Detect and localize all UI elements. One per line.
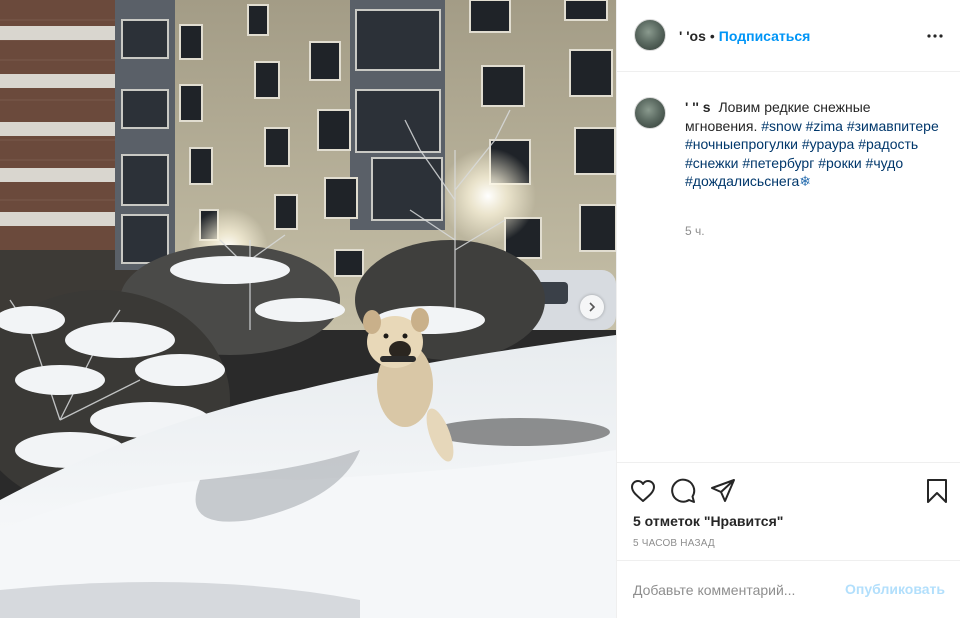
publish-button[interactable]: Опубликовать: [845, 581, 945, 597]
snowflake-emoji: ❄: [799, 173, 812, 189]
caption-timestamp[interactable]: 5 ч.: [685, 224, 705, 238]
hashtag-link[interactable]: #петербург: [742, 155, 814, 171]
header-name-row: ' 'os • Подписаться: [679, 28, 810, 44]
bookmark-icon: [927, 479, 947, 503]
comment-icon: [671, 478, 696, 503]
hashtag-link[interactable]: #снежки: [685, 155, 738, 171]
hashtag-link[interactable]: #радость: [858, 136, 918, 152]
comment-input[interactable]: [633, 579, 833, 601]
hashtag-link[interactable]: #рокки: [818, 155, 861, 171]
post-date[interactable]: 5 ЧАСОВ НАЗАД: [633, 538, 715, 549]
post-photo[interactable]: [0, 0, 616, 618]
heart-icon: [631, 480, 655, 502]
hashtag-link[interactable]: #дождалисьснега: [685, 173, 799, 189]
comments-area: ' '' s Ловим редкие снежные мгновения. #…: [617, 72, 960, 462]
hashtag-link[interactable]: #ураура: [802, 136, 854, 152]
like-button[interactable]: [627, 475, 659, 507]
comment-form: Опубликовать: [617, 560, 960, 618]
save-button[interactable]: [921, 475, 953, 507]
hashtag-link[interactable]: #snow: [761, 118, 801, 134]
header-separator: •: [709, 28, 715, 44]
post-side-panel: ' 'os • Подписаться ' '' s Ловим редкие …: [616, 0, 960, 618]
caption: ' '' s Ловим редкие снежные мгновения. #…: [685, 98, 941, 191]
hashtag-link[interactable]: #zima: [806, 118, 843, 134]
post-modal: ' 'os • Подписаться ' '' s Ловим редкие …: [0, 0, 960, 618]
likes-count[interactable]: 5 отметок "Нравится": [633, 513, 783, 529]
action-bar: [627, 475, 739, 507]
chevron-right-icon: [589, 302, 596, 312]
post-header: ' 'os • Подписаться: [617, 0, 960, 72]
carousel-next-button[interactable]: [580, 295, 604, 319]
avatar[interactable]: [634, 19, 666, 51]
share-button[interactable]: [707, 475, 739, 507]
comment-button[interactable]: [667, 475, 699, 507]
hashtag-link[interactable]: #ночныепрогулки: [685, 136, 798, 152]
caption-username[interactable]: ' '' s: [685, 99, 711, 115]
follow-button[interactable]: Подписаться: [719, 28, 811, 44]
header-username[interactable]: ' 'os: [679, 28, 706, 44]
hashtag-link[interactable]: #зимавпитере: [847, 118, 939, 134]
more-options-button[interactable]: [923, 24, 947, 48]
actions-section: 5 отметок "Нравится" 5 ЧАСОВ НАЗАД: [617, 462, 960, 549]
photo-image: [0, 0, 616, 618]
hashtag-link[interactable]: #чудо: [866, 155, 904, 171]
share-icon: [711, 479, 735, 502]
more-horizontal-icon: [927, 34, 943, 38]
caption-avatar[interactable]: [634, 97, 666, 129]
